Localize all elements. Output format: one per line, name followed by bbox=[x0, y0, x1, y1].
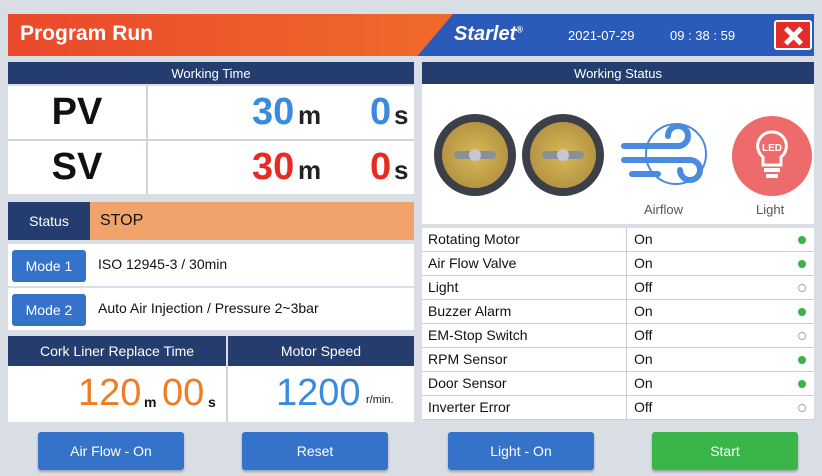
row-name: Rotating Motor bbox=[428, 231, 520, 247]
working-status-heading: Working Status bbox=[422, 62, 814, 84]
airflow-caption: Airflow bbox=[644, 202, 684, 217]
indicator-on-icon bbox=[798, 308, 806, 316]
pv-minutes-unit: m bbox=[298, 100, 322, 130]
light-button[interactable]: Light - On bbox=[448, 432, 594, 470]
led-light-icon: LED bbox=[732, 116, 812, 196]
row-name: Air Flow Valve bbox=[428, 255, 517, 271]
bottom-values: 120 m 00 s 1200 r/min. bbox=[8, 366, 414, 422]
row-name: Buzzer Alarm bbox=[428, 303, 512, 319]
status-label: Status bbox=[8, 202, 90, 240]
divider bbox=[226, 366, 228, 422]
mode-1-button[interactable]: Mode 1 bbox=[12, 250, 86, 282]
indicator-on-icon bbox=[798, 260, 806, 268]
pv-label: PV bbox=[51, 91, 103, 133]
motor-speed-value: 1200 bbox=[276, 372, 361, 414]
rotor-left-icon bbox=[434, 114, 516, 196]
date-display: 2021-07-29 bbox=[568, 28, 635, 43]
table-row: Inverter Error Off bbox=[422, 396, 814, 420]
row-name: Door Sensor bbox=[428, 375, 507, 391]
mode-2-description: Auto Air Injection / Pressure 2~3bar bbox=[98, 300, 319, 316]
motor-speed-unit: r/min. bbox=[366, 394, 394, 406]
rotor-right-icon bbox=[522, 114, 604, 196]
table-row: Air Flow Valve On bbox=[422, 252, 814, 276]
bottom-headings: Cork Liner Replace Time Motor Speed bbox=[8, 336, 414, 366]
row-value: On bbox=[634, 255, 653, 271]
time-display: 09 : 38 : 59 bbox=[670, 28, 736, 43]
sv-seconds: 0 bbox=[370, 146, 392, 188]
status-value: STOP bbox=[90, 202, 414, 240]
sv-seconds-unit: s bbox=[394, 155, 409, 185]
table-row: EM-Stop Switch Off bbox=[422, 324, 814, 348]
row-value: Off bbox=[634, 327, 653, 343]
pv-seconds: 0 bbox=[370, 91, 392, 133]
indicator-off-icon bbox=[798, 332, 806, 340]
table-row: Buzzer Alarm On bbox=[422, 300, 814, 324]
motor-speed-heading: Motor Speed bbox=[228, 336, 414, 366]
table-row: Light Off bbox=[422, 276, 814, 300]
reset-button[interactable]: Reset bbox=[242, 432, 388, 470]
mode-2-button[interactable]: Mode 2 bbox=[12, 294, 86, 326]
row-value: Off bbox=[634, 279, 653, 295]
pv-minutes: 30 bbox=[252, 91, 295, 133]
status-table: Rotating Motor On Air Flow Valve On Light O… bbox=[422, 228, 814, 420]
status-row: Status STOP bbox=[8, 202, 414, 240]
cork-minutes-unit: m bbox=[144, 394, 157, 410]
page-title: Program Run bbox=[20, 22, 154, 45]
row-value: On bbox=[634, 351, 653, 367]
indicator-on-icon bbox=[798, 236, 806, 244]
row-value: On bbox=[634, 303, 653, 319]
row-name: Inverter Error bbox=[428, 399, 511, 415]
status-icons: Airflow LED Light bbox=[422, 84, 814, 224]
divider bbox=[8, 139, 414, 141]
cork-seconds-unit: s bbox=[208, 394, 216, 410]
cork-minutes: 120 bbox=[78, 372, 142, 414]
mode-row-1: Mode 1 ISO 12945-3 / 30min bbox=[8, 244, 414, 286]
pv-seconds-unit: s bbox=[394, 100, 409, 130]
row-name: EM-Stop Switch bbox=[428, 327, 528, 343]
cork-liner-heading: Cork Liner Replace Time bbox=[8, 336, 226, 366]
working-time-heading: Working Time bbox=[8, 62, 414, 84]
brand-logo: Starlet® bbox=[454, 23, 523, 45]
indicator-on-icon bbox=[798, 356, 806, 364]
sv-label: SV bbox=[51, 146, 103, 188]
start-button[interactable]: Start bbox=[652, 432, 798, 470]
working-time-table: PV 30 m 0 s SV 30 m 0 s bbox=[8, 86, 414, 194]
row-value: On bbox=[634, 375, 653, 391]
row-name: RPM Sensor bbox=[428, 351, 508, 367]
sv-minutes: 30 bbox=[252, 146, 295, 188]
row-value: On bbox=[634, 231, 653, 247]
close-button[interactable] bbox=[774, 20, 812, 50]
mode-1-description: ISO 12945-3 / 30min bbox=[98, 256, 228, 272]
title-bar: Program Run Starlet® 2021-07-29 09 : 38 … bbox=[8, 14, 814, 56]
indicator-off-icon bbox=[798, 284, 806, 292]
table-row: Rotating Motor On bbox=[422, 228, 814, 252]
row-value: Off bbox=[634, 399, 653, 415]
airflow-icon bbox=[621, 123, 707, 185]
indicator-off-icon bbox=[798, 404, 806, 412]
led-badge: LED bbox=[762, 143, 782, 154]
table-row: RPM Sensor On bbox=[422, 348, 814, 372]
air-flow-button[interactable]: Air Flow - On bbox=[38, 432, 184, 470]
indicator-on-icon bbox=[798, 380, 806, 388]
light-caption: Light bbox=[756, 202, 785, 217]
cork-seconds: 00 bbox=[162, 372, 205, 414]
mode-row-2: Mode 2 Auto Air Injection / Pressure 2~3… bbox=[8, 288, 414, 330]
table-row: Door Sensor On bbox=[422, 372, 814, 396]
row-name: Light bbox=[428, 279, 459, 295]
sv-minutes-unit: m bbox=[298, 155, 322, 185]
